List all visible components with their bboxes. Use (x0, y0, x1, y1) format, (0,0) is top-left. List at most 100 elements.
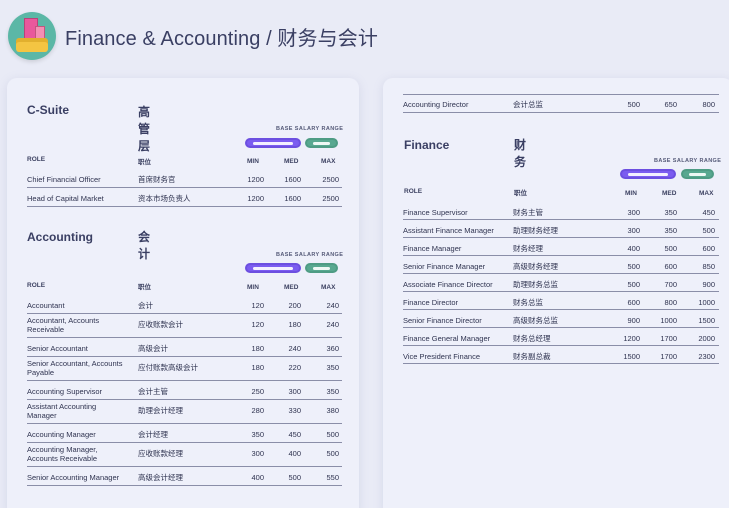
role-cell: Finance Director (403, 298, 459, 307)
table-row: Assistant Finance Manager 助理财务经理 300 350 500 (403, 220, 719, 238)
table-row: Finance Manager 财务经理 400 500 600 (403, 238, 719, 256)
csuite-legend-teal (305, 138, 338, 148)
med-cell: 1700 (660, 352, 677, 361)
csuite-col-med: MED (284, 158, 299, 165)
min-cell: 400 (251, 473, 264, 482)
page-header: Finance & Accounting / 财务与会计 (8, 8, 378, 64)
role-zh-cell: 助理财务总监 (513, 280, 558, 289)
min-cell: 120 (251, 320, 264, 329)
role-zh-cell: 会计总监 (513, 100, 543, 109)
finance-col-min: MIN (625, 190, 637, 197)
accounting-col-zh: 职位 (138, 284, 151, 291)
role-zh-cell: 高级会计 (138, 344, 168, 353)
csuite-col-max: MAX (321, 158, 336, 165)
accounting-col-max: MAX (321, 284, 336, 291)
max-cell: 350 (326, 363, 339, 372)
max-cell: 850 (702, 262, 715, 271)
table-row: Accountant, Accounts Receivable 应收账款会计 120… (27, 314, 342, 338)
finance-col-med: MED (662, 190, 677, 197)
max-cell: 800 (702, 100, 715, 109)
csuite-col-zh: 职位 (138, 159, 151, 166)
finance-title-en: Finance (404, 138, 450, 152)
role-cell: Assistant Finance Manager (403, 226, 494, 235)
role-zh-cell: 财务主管 (513, 208, 543, 217)
finance-col-role: ROLE (404, 188, 423, 195)
role-zh-cell: 财务副总裁 (513, 352, 551, 361)
min-cell: 500 (627, 262, 640, 271)
finance-title-zh: 财务 (514, 138, 527, 169)
role-cell: Accountant (27, 301, 65, 310)
accounting-heading: Accounting 会计 (27, 230, 150, 261)
med-cell: 1700 (660, 334, 677, 343)
max-cell: 550 (326, 473, 339, 482)
finance-col-max: MAX (699, 190, 714, 197)
min-cell: 1200 (247, 194, 264, 203)
accounting-legend-teal (305, 263, 338, 273)
max-cell: 500 (326, 449, 339, 458)
table-row: Senior Finance Manager 高级财务经理 500 600 850 (403, 256, 719, 274)
accounting-title-zh: 会计 (138, 230, 151, 261)
max-cell: 360 (326, 344, 339, 353)
role-zh-cell: 助理会计经理 (138, 406, 183, 415)
csuite-col-min: MIN (247, 158, 259, 165)
med-cell: 200 (288, 301, 301, 310)
max-cell: 2300 (698, 352, 715, 361)
max-cell: 1500 (698, 316, 715, 325)
role-cell: Senior Accountant (27, 344, 88, 353)
role-zh-cell: 高级财务总监 (513, 316, 558, 325)
min-cell: 1500 (623, 352, 640, 361)
max-cell: 2500 (322, 175, 339, 184)
table-row: Accounting Supervisor 会计主管 250 300 350 (27, 381, 342, 400)
med-cell: 240 (288, 344, 301, 353)
min-cell: 900 (627, 316, 640, 325)
csuite-range-label: BASE SALARY RANGE (276, 126, 344, 132)
med-cell: 500 (288, 473, 301, 482)
med-cell: 800 (664, 298, 677, 307)
role-cell: Senior Accounting Manager (27, 473, 120, 482)
max-cell: 1000 (698, 298, 715, 307)
max-cell: 600 (702, 244, 715, 253)
finance-legend-purple (620, 169, 676, 179)
table-row: Head of Capital Market 资本市场负责人 1200 1600 250… (27, 188, 342, 207)
role-cell: Senior Accountant, Accounts Payable (27, 359, 123, 377)
max-cell: 2500 (322, 194, 339, 203)
table-row: Accountant 会计 120 200 240 (27, 295, 342, 314)
med-cell: 1600 (284, 194, 301, 203)
csuite-col-role: ROLE (27, 156, 46, 163)
min-cell: 1200 (247, 175, 264, 184)
min-cell: 500 (627, 100, 640, 109)
table-row: Senior Accountant 高级会计 180 240 360 (27, 338, 342, 357)
min-cell: 1200 (623, 334, 640, 343)
role-cell: Accounting Manager (27, 430, 96, 439)
min-cell: 300 (627, 208, 640, 217)
max-cell: 350 (326, 387, 339, 396)
role-zh-cell: 会计 (138, 301, 153, 310)
role-zh-cell: 会计主管 (138, 387, 168, 396)
accounting-col-min: MIN (247, 284, 259, 291)
role-cell: Associate Finance Director (403, 280, 493, 289)
csuite-title-zh: 高管层 (138, 105, 151, 153)
role-cell: Accounting Supervisor (27, 387, 103, 396)
role-zh-cell: 财务总监 (513, 298, 543, 307)
med-cell: 450 (288, 430, 301, 439)
left-panel: C-Suite 高管层 BASE SALARY RANGE ROLE 职位 MI… (7, 78, 359, 508)
role-zh-cell: 应付账款高级会计 (138, 363, 198, 372)
role-zh-cell: 财务总经理 (513, 334, 551, 343)
table-row: Finance Supervisor 财务主管 300 350 450 (403, 202, 719, 220)
max-cell: 500 (326, 430, 339, 439)
finance-range-label: BASE SALARY RANGE (654, 158, 722, 164)
role-zh-cell: 应收账款经理 (138, 449, 183, 458)
min-cell: 250 (251, 387, 264, 396)
table-row: Accounting Director 会计总监 500 650 800 (403, 94, 719, 113)
table-row: Vice President Finance 财务副总裁 1500 1700 2300 (403, 346, 719, 364)
page-title: Finance & Accounting / 财务与会计 (65, 27, 378, 50)
role-zh-cell: 高级会计经理 (138, 473, 183, 482)
med-cell: 330 (288, 406, 301, 415)
med-cell: 220 (288, 363, 301, 372)
med-cell: 500 (664, 244, 677, 253)
min-cell: 350 (251, 430, 264, 439)
right-panel: Accounting Director 会计总监 500 650 800 Finance… (383, 78, 729, 508)
csuite-heading: C-Suite 高管层 (27, 103, 150, 153)
max-cell: 500 (702, 226, 715, 235)
max-cell: 2000 (698, 334, 715, 343)
